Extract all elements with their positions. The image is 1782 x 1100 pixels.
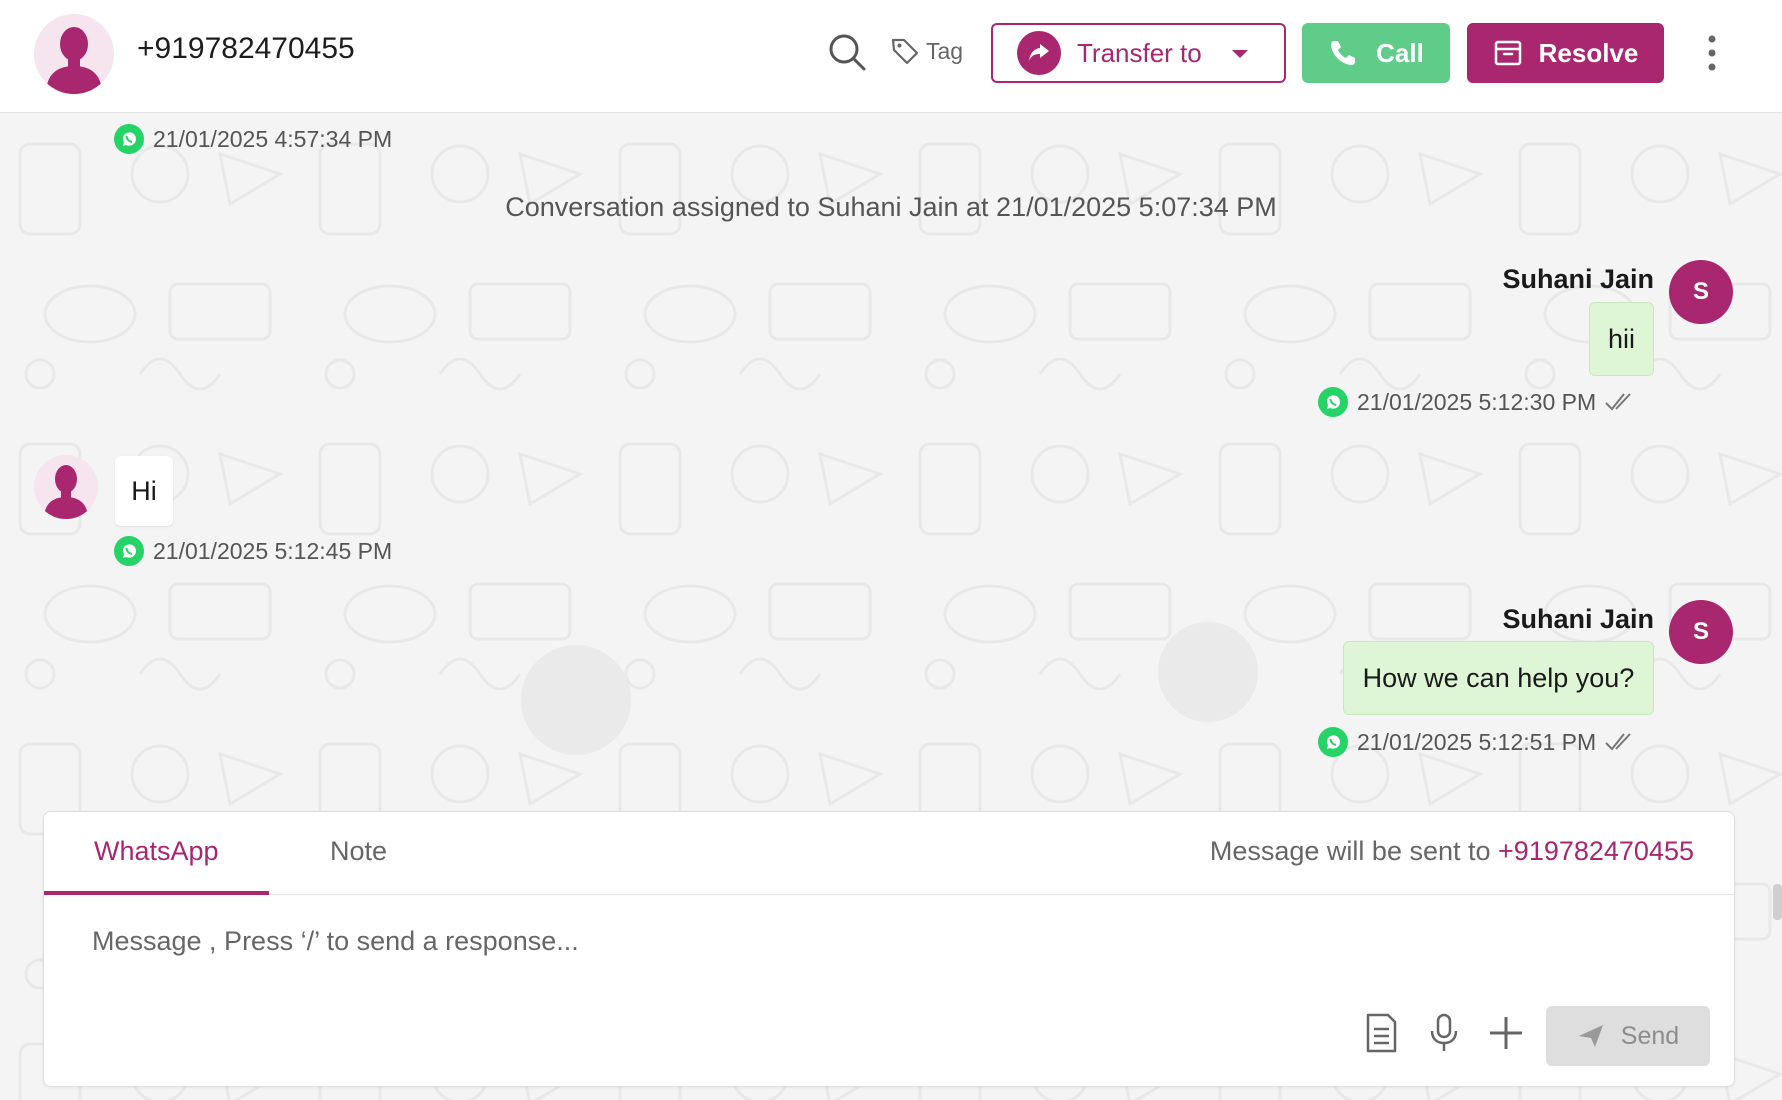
message-meta: 21/01/2025 5:12:30 PM	[1317, 386, 1636, 418]
contact-avatar-small	[34, 455, 98, 519]
system-message: Conversation assigned to Suhani Jain at …	[505, 192, 1277, 222]
transfer-to-dropdown[interactable]: Transfer to	[991, 23, 1286, 83]
template-icon	[1366, 1013, 1397, 1053]
message-timestamp: 21/01/2025 4:57:34 PM	[153, 125, 393, 152]
call-label: Call	[1376, 37, 1424, 68]
message-meta: 21/01/2025 5:12:51 PM	[1317, 726, 1636, 758]
send-info-prefix: Message will be sent to	[1209, 836, 1491, 866]
chevron-down-icon	[1232, 50, 1248, 58]
message-timestamp: 21/01/2025 5:12:30 PM	[1357, 388, 1597, 415]
message-text: Hi	[131, 475, 157, 506]
whatsapp-icon	[114, 124, 144, 154]
transfer-icon-wrap	[1017, 31, 1061, 75]
double-check-icon	[1605, 393, 1631, 411]
archive-icon	[1494, 40, 1521, 66]
tag-label: Tag	[926, 37, 964, 64]
whatsapp-icon	[114, 536, 144, 566]
voice-record-button[interactable]	[1424, 1012, 1464, 1054]
send-info-number: +919782470455	[1498, 836, 1694, 866]
message-bubble: hii	[1589, 302, 1654, 376]
message-text: hii	[1607, 323, 1635, 354]
message-meta: 21/01/2025 4:57:34 PM	[113, 123, 392, 155]
tab-note[interactable]: Note	[330, 836, 387, 867]
message-bubble: Hi	[115, 456, 173, 526]
whatsapp-icon	[1318, 387, 1348, 417]
send-button[interactable]: Send	[1546, 1006, 1710, 1066]
whatsapp-icon	[1318, 727, 1348, 757]
agent-avatar-initial: S	[1692, 278, 1709, 305]
tag-icon	[891, 38, 919, 65]
call-button[interactable]: Call	[1302, 23, 1450, 83]
tab-whatsapp[interactable]: WhatsApp	[94, 836, 219, 867]
message-bubble: How we can help you?	[1343, 641, 1654, 715]
attach-button[interactable]	[1486, 1012, 1526, 1054]
resolve-button[interactable]: Resolve	[1467, 23, 1664, 83]
tag-button[interactable]: Tag	[890, 36, 963, 66]
message-input[interactable]	[92, 916, 1672, 966]
message-text: How we can help you?	[1362, 662, 1635, 693]
active-tab-indicator	[44, 891, 269, 895]
microphone-icon	[1430, 1013, 1458, 1051]
double-check-icon	[1605, 733, 1631, 751]
agent-name: Suhani Jain	[1502, 264, 1654, 294]
agent-avatar: S	[1669, 260, 1733, 324]
resolve-label: Resolve	[1538, 37, 1639, 68]
contact-number: +919782470455	[137, 32, 355, 65]
agent-avatar: S	[1669, 600, 1733, 664]
message-timestamp: 21/01/2025 5:12:45 PM	[153, 537, 393, 564]
message-timestamp: 21/01/2025 5:12:51 PM	[1357, 728, 1597, 755]
more-options-button[interactable]	[1700, 32, 1724, 74]
search-icon	[829, 34, 866, 71]
composer-tabs: WhatsApp Note Message will be sent to +9…	[44, 812, 1734, 895]
phone-icon	[1331, 41, 1356, 65]
transfer-label: Transfer to	[1077, 37, 1202, 68]
user-silhouette-icon	[44, 465, 88, 519]
send-info: Message will be sent to +919782470455	[1210, 836, 1694, 867]
search-button[interactable]	[827, 32, 867, 72]
message-composer: WhatsApp Note Message will be sent to +9…	[43, 811, 1735, 1087]
transfer-icon	[1029, 44, 1049, 61]
more-vertical-icon	[1708, 35, 1716, 71]
plus-icon	[1490, 1017, 1522, 1049]
agent-name: Suhani Jain	[1502, 604, 1654, 634]
message-meta: 21/01/2025 5:12:45 PM	[113, 535, 392, 567]
send-label: Send	[1620, 1021, 1680, 1050]
agent-avatar-initial: S	[1692, 618, 1709, 645]
send-icon	[1578, 1025, 1603, 1047]
contact-avatar	[34, 14, 114, 94]
chat-header: +919782470455 Tag Transfer to Call Resol…	[0, 0, 1782, 113]
chat-scrollbar[interactable]	[1773, 884, 1782, 920]
user-silhouette-icon	[46, 27, 102, 94]
template-button[interactable]	[1360, 1012, 1400, 1054]
